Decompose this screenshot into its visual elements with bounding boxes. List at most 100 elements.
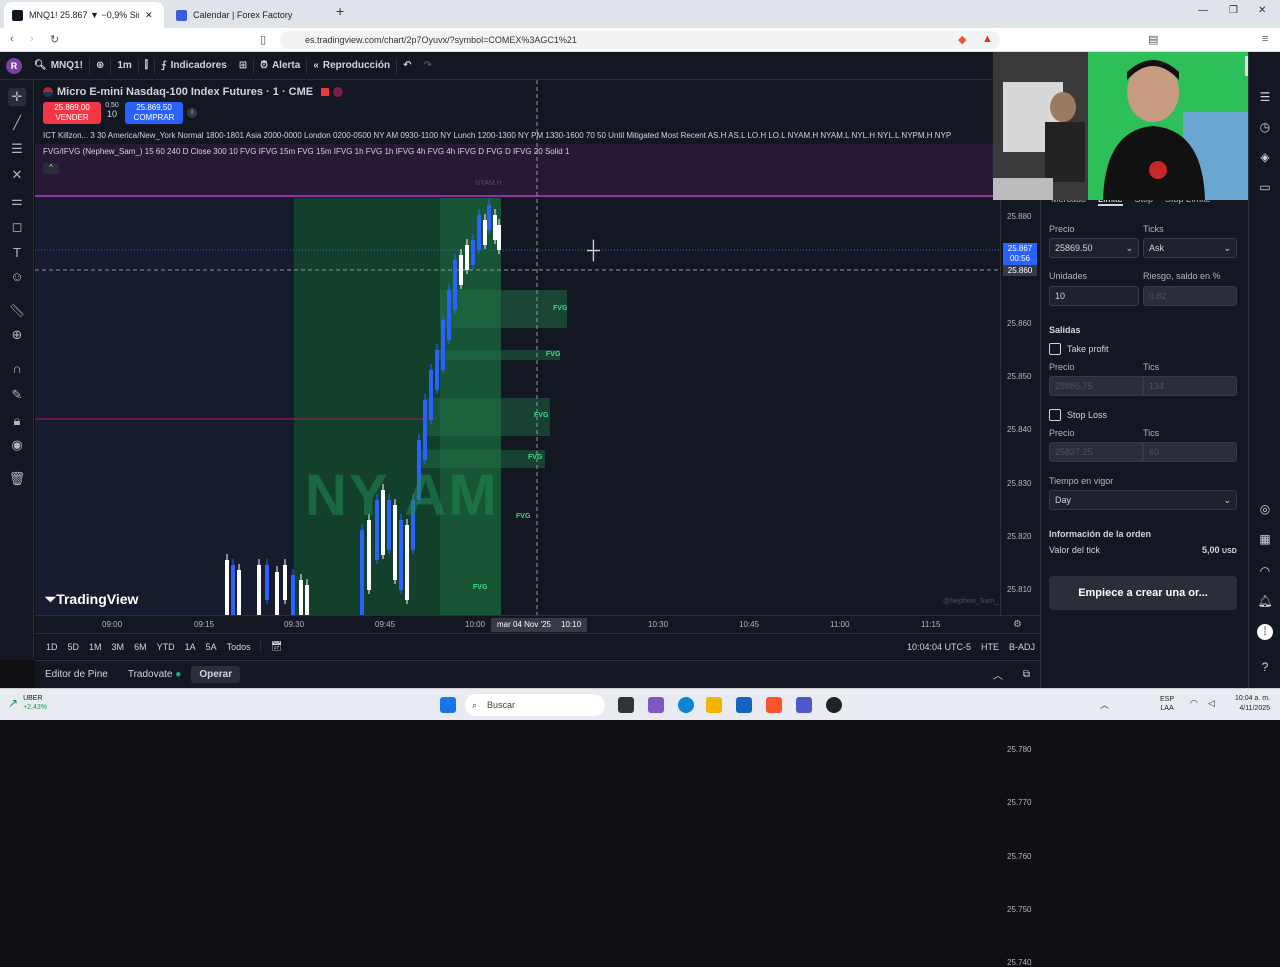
clock[interactable]: 10:04:04 UTC-5 (902, 642, 976, 652)
tif-select[interactable]: Day ⌄ (1049, 490, 1237, 510)
brave-shield-icon[interactable]: ◆ (958, 33, 966, 46)
layers-icon[interactable]: ◈ (1257, 150, 1273, 166)
session-button[interactable]: HTE (976, 642, 1004, 652)
tab-tradingview[interactable]: MNQ1! 25.867 ▼ −0,9% Sin nom ✕ (4, 2, 164, 28)
range-5d[interactable]: 5D (63, 642, 85, 652)
stock-widget[interactable]: ↗ UBER +2,43% (8, 694, 47, 712)
tray-chevron-icon[interactable]: ︿ (1100, 698, 1109, 711)
buy-button[interactable]: 25.869,50 COMPRAR (125, 102, 183, 124)
range-1d[interactable]: 1D (41, 642, 63, 652)
tab-operate[interactable]: Operar (191, 666, 241, 683)
reload-icon[interactable]: ↻ (50, 33, 59, 46)
teams-icon[interactable] (796, 697, 812, 713)
range-1m[interactable]: 1M (84, 642, 107, 652)
range-ytd[interactable]: YTD (152, 642, 180, 652)
ticks-select[interactable]: Ask ⌄ (1143, 238, 1237, 258)
alert-button[interactable]: ⏰︎ Alerta (254, 52, 306, 80)
sl-tics-field[interactable]: 60 (1143, 442, 1237, 462)
replay-button[interactable]: «Reproducción (307, 52, 396, 80)
range-all[interactable]: Todos (222, 642, 256, 652)
take-profit-checkbox[interactable] (1049, 343, 1061, 355)
tp-tics-field[interactable]: 134 (1143, 376, 1237, 396)
qty-box[interactable]: 0,50 10 (103, 102, 121, 119)
sell-button[interactable]: 25.869,00 VENDER (43, 102, 101, 124)
close-icon[interactable]: ✕ (145, 10, 153, 21)
tab-pine-editor[interactable]: Editor de Pine (35, 669, 118, 680)
maximize-panel-icon[interactable]: ⧉ (1013, 669, 1040, 680)
collapse-legend-icon[interactable]: ^ (43, 163, 59, 174)
minimize-icon[interactable]: — (1198, 5, 1208, 16)
restore-icon[interactable]: ❐ (1229, 5, 1238, 16)
fib-icon[interactable]: ☰ (8, 140, 26, 158)
range-6m[interactable]: 6M (129, 642, 152, 652)
magnet-icon[interactable]: ∩ (8, 360, 26, 378)
emoji-icon[interactable]: ☺ (8, 268, 26, 286)
apps-grid-icon[interactable]: ⁞ (1257, 624, 1273, 640)
store-icon[interactable] (736, 697, 752, 713)
range-1a[interactable]: 1A (180, 642, 201, 652)
prediction-icon[interactable]: ⚌ (8, 192, 26, 210)
tp-price-field[interactable]: 25885.75 (1049, 376, 1143, 396)
chart-pane[interactable]: Micro E-mini Nasdaq-100 Index Futures · … (35, 80, 1000, 615)
calendar-icon[interactable]: ▦ (1257, 532, 1273, 548)
lock-icon[interactable]: 🔒︎ (8, 412, 26, 430)
units-field[interactable]: 10 (1049, 286, 1139, 306)
range-3m[interactable]: 3M (107, 642, 130, 652)
range-5a[interactable]: 5A (201, 642, 222, 652)
user-avatar[interactable]: R (0, 52, 28, 80)
copilot-icon[interactable] (648, 697, 664, 713)
help-icon[interactable]: ? (1257, 660, 1273, 676)
indicator-legend-ict[interactable]: ICT Killzon... 3 30 America/New_York Nor… (43, 131, 998, 140)
eye-icon[interactable]: ◉ (8, 436, 26, 454)
url-field[interactable]: es.tradingview.com/chart/2p7Oyuvx/?symbo… (280, 31, 1000, 49)
ruler-icon[interactable]: 📏︎ (8, 302, 26, 320)
language-indicator[interactable]: ESP LAA (1160, 695, 1174, 713)
clock-widget[interactable]: 10:04 a. m. 4/11/2025 (1222, 694, 1270, 714)
chart-type-button[interactable]: ⫿ (139, 52, 154, 80)
price-field[interactable]: 25869.50 ⌄ (1049, 238, 1139, 258)
obs-icon[interactable] (826, 697, 842, 713)
indicators-button[interactable]: ⨍ Indicadores (155, 52, 233, 80)
trendline-icon[interactable]: ╱ (8, 114, 26, 132)
stop-loss-checkbox[interactable] (1049, 409, 1061, 421)
notification-icon[interactable]: 🔔︎ (1257, 594, 1273, 610)
volume-icon[interactable]: ◁ (1208, 698, 1215, 709)
watchlist-icon[interactable]: ☰ (1257, 90, 1273, 106)
edge-icon[interactable] (678, 697, 694, 713)
info-icon[interactable]: i (187, 108, 197, 118)
task-view-icon[interactable] (618, 697, 634, 713)
taskbar-search[interactable]: ⌕ Buscar (465, 694, 605, 716)
wifi-icon[interactable]: ◠ (1190, 698, 1198, 709)
broadcast-icon[interactable]: ◠ (1257, 564, 1273, 580)
sl-price-field[interactable]: 25837.25 (1049, 442, 1143, 462)
pencil-lock-icon[interactable]: ✎ (8, 386, 26, 404)
goto-date-icon[interactable]: 📅︎ (259, 641, 287, 652)
zoom-icon[interactable]: ⊕ (8, 326, 26, 344)
window-close-icon[interactable]: ✕ (1258, 5, 1266, 16)
menu-icon[interactable]: ≡ (1262, 33, 1268, 45)
redo-button[interactable]: ↷ (418, 52, 438, 80)
explorer-icon[interactable] (706, 697, 722, 713)
alerts-clock-icon[interactable]: ◷ (1257, 120, 1273, 136)
trash-icon[interactable]: 🗑︎ (8, 470, 26, 488)
indicator-legend-fvg[interactable]: FVG/IFVG (Nephew_Sam_) 15 60 240 D Close… (43, 147, 569, 156)
tab-forexfactory[interactable]: Calendar | Forex Factory (168, 2, 328, 28)
chat-icon[interactable]: ▭ (1257, 180, 1273, 196)
place-order-button[interactable]: Empiece a crear una or... (1049, 576, 1237, 610)
new-tab-icon[interactable]: + (336, 3, 344, 19)
sidebar-icon[interactable]: ▤ (1148, 33, 1158, 46)
brave-icon[interactable] (766, 697, 782, 713)
text-icon[interactable]: T (8, 244, 26, 262)
time-axis[interactable]: 09:00 09:15 09:30 09:45 10:00 10:30 10:4… (35, 615, 1040, 633)
windows-start-icon[interactable] (440, 697, 456, 713)
tab-tradovate[interactable]: Tradovate ● (118, 669, 191, 680)
crosshair-icon[interactable]: ✛ (8, 88, 26, 106)
bookmark-icon[interactable]: ▯ (260, 33, 266, 46)
symbol-search[interactable]: 🔍︎ MNQ1! (28, 52, 89, 80)
target-icon[interactable]: ◎ (1257, 502, 1273, 518)
pattern-icon[interactable]: ✕ (8, 166, 26, 184)
adjustment-button[interactable]: B-ADJ (1004, 642, 1040, 652)
undo-button[interactable]: ↶ (397, 52, 417, 80)
templates-button[interactable]: ⊞ (233, 52, 253, 80)
interval-button[interactable]: 1m (111, 52, 137, 80)
